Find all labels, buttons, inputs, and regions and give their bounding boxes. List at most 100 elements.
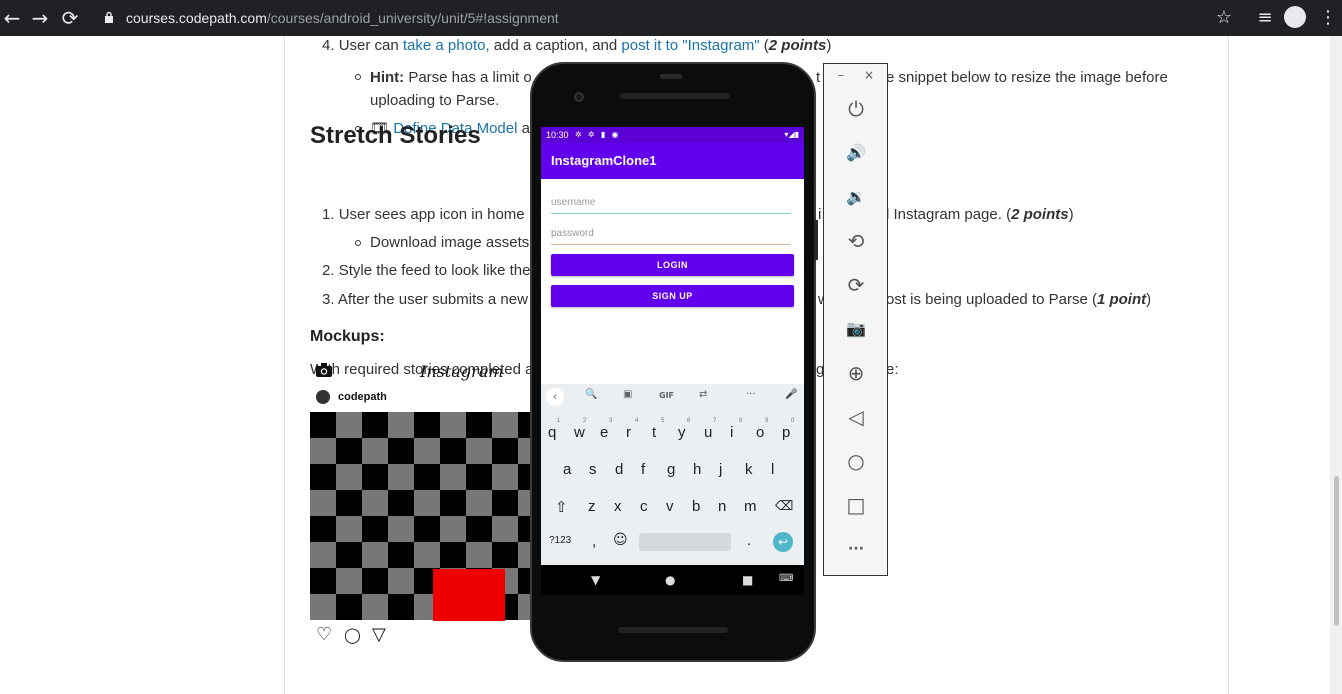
key-hint-number: 8 [739,418,743,424]
translate-icon[interactable]: ⇄ [699,389,707,400]
bullet [355,74,361,80]
key-i[interactable]: i [730,424,733,441]
sticker-icon[interactable]: ▣ [623,389,632,400]
nav-recents-icon[interactable]: ■ [742,573,753,587]
key-f[interactable]: f [641,461,645,478]
bookmark-star-icon[interactable]: ☆ [1214,6,1234,30]
signup-button[interactable]: SIGN UP [551,285,794,307]
comma-key[interactable]: , [592,533,596,550]
key-v[interactable]: v [666,498,674,515]
zoom-icon[interactable]: ⊕ [844,361,868,385]
camera-icon[interactable]: 📷 [844,317,868,341]
key-b[interactable]: b [692,498,700,515]
forward-icon[interactable]: → [28,6,52,30]
reload-icon[interactable]: ⟳ [58,6,82,30]
key-e[interactable]: e [600,424,608,441]
hint-text-line2: uploading to Parse. [370,92,500,109]
password-field[interactable]: password [551,228,791,248]
close-icon[interactable]: × [864,68,874,82]
phone-bottom-speaker [618,627,728,633]
profile-avatar[interactable] [1284,6,1306,28]
key-x[interactable]: x [614,498,622,515]
camera-icon [316,363,332,377]
username-field[interactable]: username [551,197,791,217]
key-k[interactable]: k [745,461,753,478]
send-icon: ▽ [372,624,386,645]
rotate-left-icon[interactable]: ⟲ [844,229,868,253]
key-r[interactable]: r [626,424,631,441]
stretch-item-3: 3. After the user submits a new [322,291,528,308]
key-t[interactable]: t [652,424,656,441]
take-photo-link[interactable]: take a photo, [403,37,490,54]
key-y[interactable]: y [678,424,686,441]
keyboard-back-icon[interactable]: ‹ [546,388,564,406]
key-g[interactable]: g [667,461,675,478]
stretch-item-2: 2. Style the feed to look like the [322,262,531,279]
key-hint-number: 4 [635,418,639,424]
key-s[interactable]: s [589,461,597,478]
key-o[interactable]: o [756,424,764,441]
home-icon[interactable]: ○ [844,449,868,473]
back-icon[interactable]: ◁ [844,405,868,429]
delete-key[interactable]: ⌫ [775,498,793,514]
key-u[interactable]: u [704,424,712,441]
key-w[interactable]: w [574,424,585,441]
status-time: 10:30 [546,130,569,140]
overview-icon[interactable]: □ [844,493,868,517]
post-image-red-block [433,569,505,621]
key-n[interactable]: n [718,498,726,515]
avatar [316,390,330,404]
more-icon[interactable]: ··· [746,389,756,400]
back-icon[interactable]: ← [0,6,24,30]
key-hint-number: 6 [687,418,691,424]
key-m[interactable]: m [744,498,757,515]
key-d[interactable]: d [615,461,623,478]
period-key[interactable]: . [747,532,751,549]
status-icons: ✲ ✲ ▮ ◉ [575,130,621,139]
hint-text-tail: e snippet below to resize the image befo… [886,69,1168,86]
key-hint-number: 3 [609,418,613,424]
stretch-stories-heading: Stretch Stories [310,122,481,149]
shift-key[interactable]: ⇧ [555,498,568,516]
post-instagram-link[interactable]: post it to "Instagram" [621,37,759,54]
key-p[interactable]: p [782,424,790,441]
symbols-key[interactable]: ?123 [549,535,571,546]
reading-list-icon[interactable]: ≡ [1254,6,1276,30]
minimize-icon[interactable]: – [838,68,844,82]
rotate-right-icon[interactable]: ⟳ [844,273,868,297]
keyboard-search-icon[interactable]: 🔍 [585,389,597,400]
mic-icon[interactable]: 🎤 [785,389,797,400]
login-button[interactable]: LOGIN [551,254,794,276]
nav-home-icon[interactable]: ● [665,573,675,587]
scroll-thumb[interactable] [1334,476,1339,626]
key-l[interactable]: l [771,461,774,478]
keyboard-switch-icon[interactable]: ⌨ [779,573,793,584]
status-bar: 10:30 ✲ ✲ ▮ ◉ ▾◢▮ [541,127,804,143]
key-h[interactable]: h [693,461,701,478]
volume-down-icon[interactable]: 🔉 [844,185,868,209]
front-camera [574,92,584,102]
key-hint-number: 5 [661,418,665,424]
enter-key[interactable]: ↩ [773,532,793,552]
key-hint-number: 9 [765,418,769,424]
emoji-key[interactable]: ☺ [613,532,628,548]
nav-back-icon[interactable]: ▼ [591,573,600,587]
key-a[interactable]: a [563,461,571,478]
page-scrollbar[interactable] [1330,36,1342,694]
power-icon[interactable]: ⏻ [844,97,868,121]
address-bar[interactable]: courses.codepath.com/courses/android_uni… [96,4,1242,32]
space-bar[interactable] [639,533,731,551]
key-z[interactable]: z [588,498,596,515]
volume-up-icon[interactable]: 🔊 [844,141,868,165]
key-q[interactable]: q [548,424,556,441]
heart-icon: ♡ [316,624,333,645]
emulator-toolbar: – × ⏻ 🔊 🔉 ⟲ ⟳ 📷 ⊕ ◁ ○ □ ··· [823,63,888,576]
password-underline [551,244,791,245]
key-c[interactable]: c [640,498,648,515]
gif-icon[interactable]: GIF [659,391,674,400]
more-icon[interactable]: ··· [844,537,868,561]
key-hint-number: 2 [583,418,587,424]
key-j[interactable]: j [719,461,722,478]
username-underline [551,213,791,214]
menu-icon[interactable]: ⋮ [1318,6,1338,30]
